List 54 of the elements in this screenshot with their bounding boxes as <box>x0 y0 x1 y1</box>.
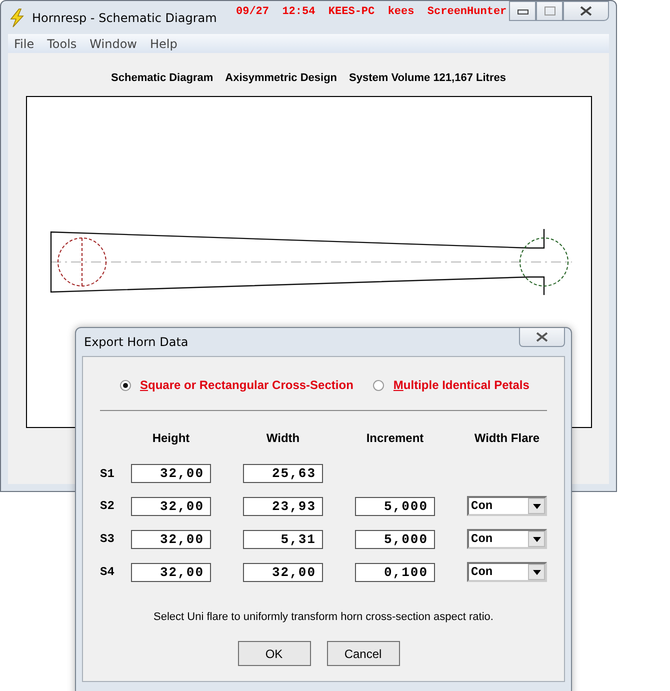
close-icon <box>580 6 592 16</box>
increment-field[interactable]: 0,100 <box>355 562 435 582</box>
radio-option[interactable]: Multiple Identical Petals <box>373 374 530 396</box>
radio-button[interactable] <box>373 380 384 390</box>
diagram-caption: Axisymmetric Design <box>225 72 338 84</box>
lightning-icon <box>8 8 26 28</box>
option-label: Multiple Identical Petals <box>393 378 530 392</box>
minimize-icon <box>516 7 528 15</box>
increment-field[interactable]: 5,000 <box>355 530 435 548</box>
height-field[interactable]: 32,00 <box>131 530 211 548</box>
width-field[interactable]: 5,31 <box>243 530 323 548</box>
height-field[interactable]: 32,00 <box>131 496 211 516</box>
menu-item[interactable]: Tools <box>41 36 83 50</box>
flare-dropdown[interactable]: Con <box>467 496 547 516</box>
row-label: S4 <box>100 565 116 579</box>
radio-option[interactable]: Square or Rectangular Cross-Section <box>120 374 354 396</box>
column-header: Width Flare <box>473 431 541 445</box>
close-icon <box>536 332 548 342</box>
close-button[interactable] <box>563 1 609 21</box>
minimize-button[interactable] <box>509 1 536 21</box>
height-field[interactable]: 32,00 <box>131 464 211 483</box>
width-field[interactable]: 23,93 <box>243 496 323 516</box>
maximize-icon <box>544 6 556 16</box>
capture-label: 09/27 12:54 KEES-PC kees ScreenHunter <box>236 6 507 18</box>
row-label: S1 <box>100 466 116 480</box>
column-header: Height <box>151 431 191 445</box>
dialog-title: Export Horn Data <box>84 335 188 349</box>
option-label: Square or Rectangular Cross-Section <box>140 378 354 392</box>
dialog-button[interactable]: OK <box>238 641 310 666</box>
row-label: S3 <box>100 532 116 546</box>
menu-item[interactable]: File <box>8 36 40 50</box>
flare-dropdown[interactable]: Con <box>467 529 547 549</box>
throat-circle <box>57 238 106 286</box>
column-header: Increment <box>365 431 425 445</box>
row-label: S2 <box>100 499 116 513</box>
width-field[interactable]: 32,00 <box>243 562 323 582</box>
caret-icon <box>532 536 540 542</box>
diagram-caption: System Volume 121,167 Litres <box>349 72 506 84</box>
window-title: Hornresp - Schematic Diagram <box>32 10 217 24</box>
diagram-caption: Schematic Diagram <box>111 72 214 84</box>
hint-text: Select Uni flare to uniformly transform horn cross-section aspect ratio. <box>152 611 494 623</box>
increment-field[interactable]: 5,000 <box>355 496 435 516</box>
menu-item[interactable]: Window <box>84 36 143 50</box>
column-header: Width <box>265 431 301 445</box>
flare-dropdown[interactable]: Con <box>467 562 547 582</box>
mouth-circle <box>519 238 568 286</box>
close-button[interactable] <box>519 328 565 347</box>
radio-button[interactable] <box>120 380 131 390</box>
caret-icon <box>532 570 540 574</box>
dialog-button[interactable]: Cancel <box>326 641 400 666</box>
menu-item[interactable]: Help <box>144 36 184 50</box>
height-field[interactable]: 32,00 <box>131 562 211 582</box>
caret-icon <box>532 504 540 508</box>
width-field[interactable]: 25,63 <box>243 464 323 483</box>
